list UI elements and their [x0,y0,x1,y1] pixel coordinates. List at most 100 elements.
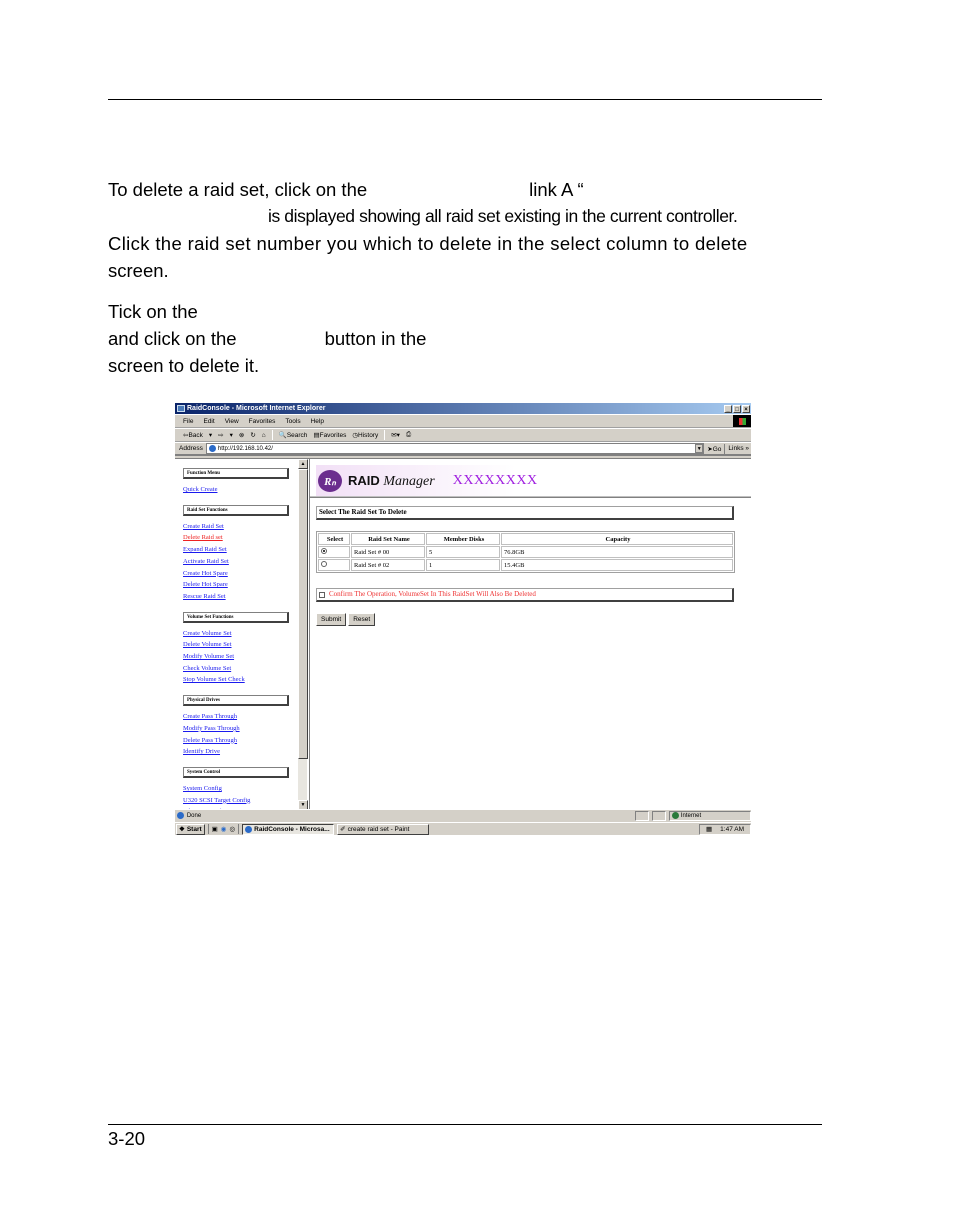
sidebar-link-delete-hot-spare[interactable]: Delete Hot Spare [183,579,297,591]
sidebar-link-check-volume-set[interactable]: Check Volume Set [183,663,297,675]
sidebar-link-create-raid-set[interactable]: Create Raid Set [183,521,297,533]
forward-button[interactable]: ⇨ [218,431,223,439]
sidebar-link-quick-create[interactable]: Quick Create [183,484,297,496]
start-button[interactable]: ❖ Start [176,823,205,835]
menu-file[interactable]: File [183,418,193,425]
refresh-icon[interactable]: ↻ [250,431,255,439]
section-title: Select The Raid Set To Delete [316,506,734,520]
sidebar-section-heading: Function Menu [183,468,289,479]
scroll-thumb[interactable] [298,469,308,759]
select-cell [318,559,350,571]
address-bar: Address http://192.168.10.42/ ▼ ➤Go Link… [175,442,751,456]
main-frame: Rₙ RAID Manager XXXXXXXX Select The Raid… [309,459,751,810]
para2-line2-text: screen to delete it. [108,355,260,376]
select-radio[interactable] [321,561,327,567]
sidebar-link-create-volume-set[interactable]: Create Volume Set [183,628,297,640]
zone-text: Internet [680,812,702,819]
minimize-button[interactable]: _ [724,404,732,413]
sidebar-link-create-hot-spare[interactable]: Create Hot Spare [183,568,297,580]
address-label: Address [179,445,203,452]
sidebar-scrollbar[interactable]: ▲ ▼ [297,459,308,810]
reset-button[interactable]: Reset [348,613,376,626]
links-button[interactable]: Links » [728,445,751,452]
sidebar-link-system-config[interactable]: System Config [183,783,297,795]
close-button[interactable]: × [742,404,750,413]
sidebar-link-delete-pass-through[interactable]: Delete Pass Through [183,735,297,747]
form-buttons: Submit Reset [316,613,376,626]
sidebar-section-heading: Raid Set Functions [183,504,289,516]
para1-line1: To delete a raid set, click on the link A… [108,176,824,203]
para2-line1: Tick on the and click on the button in t… [108,298,824,352]
quicklaunch-desktop-icon[interactable]: ▣ [212,825,218,833]
sidebar-link-modify-pass-through[interactable]: Modify Pass Through [183,723,297,735]
history-button[interactable]: ◷History [352,431,378,439]
sidebar-link-delete-raid-set[interactable]: Delete Raid set [183,532,297,544]
sidebar-link-create-pass-through[interactable]: Create Pass Through [183,711,297,723]
table-row: Raid Set # 02 1 15.4GB [318,559,733,571]
forward-dropdown-icon[interactable]: ▾ [230,431,233,439]
confirm-row: Confirm The Operation, VolumeSet In This… [316,588,734,602]
task-raidconsole[interactable]: RaidConsole - Microsa... [242,823,335,835]
select-radio[interactable] [321,548,327,554]
back-button[interactable]: ⇦Back [183,431,203,439]
task-paint[interactable]: ✐ create raid set - Paint [337,823,430,835]
mail-icon[interactable]: ✉▾ [391,431,400,439]
stop-icon[interactable]: ⊗ [239,431,244,439]
menu-help[interactable]: Help [311,418,324,425]
toolbar-separator [384,430,386,440]
para1-line3: Click the raid set number you which to d… [108,230,824,257]
sidebar-link-rescue-raid-set[interactable]: Rescue Raid Set [183,591,297,603]
scroll-up-icon[interactable]: ▲ [298,459,308,469]
menu-view[interactable]: View [225,418,239,425]
paragraph-intro: To delete a raid set, click on the link A… [108,176,824,284]
sidebar-link-stop-volume-set-check[interactable]: Stop Volume Set Check [183,674,297,686]
search-button[interactable]: 🔍Search [279,431,308,439]
para1-line3-text: Click the raid set number you which to d… [108,233,748,254]
col-member-disks: Member Disks [426,533,500,545]
confirm-label: Confirm The Operation, VolumeSet In This… [329,590,536,598]
page-icon [208,445,216,452]
menu-edit[interactable]: Edit [203,418,214,425]
address-input[interactable]: http://192.168.10.42/ ▼ [205,443,705,454]
sidebar-link-delete-volume-set[interactable]: Delete Volume Set [183,639,297,651]
col-raid-set-name: Raid Set Name [351,533,425,545]
sidebar-frame: Function Menu Quick Create Raid Set Functi… [175,459,299,810]
favorites-button[interactable]: ▤Favorites [313,431,346,439]
raid-manager-banner: Rₙ RAID Manager XXXXXXXX [316,465,566,497]
browser-window-screenshot: RaidConsole - Microsoft Internet Explore… [175,403,751,835]
sidebar-section-heading: Physical Drives [183,695,289,707]
submit-button[interactable]: Submit [316,613,347,626]
sidebar-link-activate-raid-set[interactable]: Activate Raid Set [183,556,297,568]
status-cell [652,810,666,821]
clock: 1:47 AM [720,825,745,833]
raid-set-table: Select Raid Set Name Member Disks Capaci… [316,531,735,573]
ie-app-icon [177,405,185,412]
home-icon[interactable]: ⌂ [262,432,266,439]
ie-task-icon [245,825,253,833]
para1-line2-text: is displayed showing all raid set existi… [268,206,738,226]
quicklaunch-ie-icon[interactable]: ◉ [221,825,227,833]
para2-line2: screen to delete it. [108,352,824,379]
capacity-cell: 76.8GB [501,546,733,558]
para1-line4-text: screen. [108,260,169,281]
maximize-button[interactable]: □ [733,404,741,413]
back-dropdown-icon[interactable]: ▾ [209,431,212,439]
menu-favorites[interactable]: Favorites [249,418,276,425]
banner-divider [310,496,751,498]
address-dropdown-icon[interactable]: ▼ [695,444,704,453]
go-button[interactable]: ➤Go [707,445,721,453]
quicklaunch-outlook-icon[interactable]: ◎ [229,825,235,833]
status-page-icon [177,812,184,819]
sidebar-link-u320-scsi-target-config[interactable]: U320 SCSI Target Config [183,795,297,807]
sidebar-link-modify-volume-set[interactable]: Modify Volume Set [183,651,297,663]
name-cell: Raid Set # 02 [351,559,425,571]
toolbar-separator [271,430,273,440]
network-tray-icon: ▦ [706,826,713,833]
sidebar-link-expand-raid-set[interactable]: Expand Raid Set [183,544,297,556]
menu-tools[interactable]: Tools [285,418,300,425]
print-icon[interactable]: ⎙ [406,431,411,439]
col-capacity: Capacity [501,533,733,545]
sidebar-link-identify-drive[interactable]: Identify Drive [183,746,297,758]
confirm-checkbox[interactable] [319,591,325,598]
status-bar: Done Internet [175,809,751,821]
